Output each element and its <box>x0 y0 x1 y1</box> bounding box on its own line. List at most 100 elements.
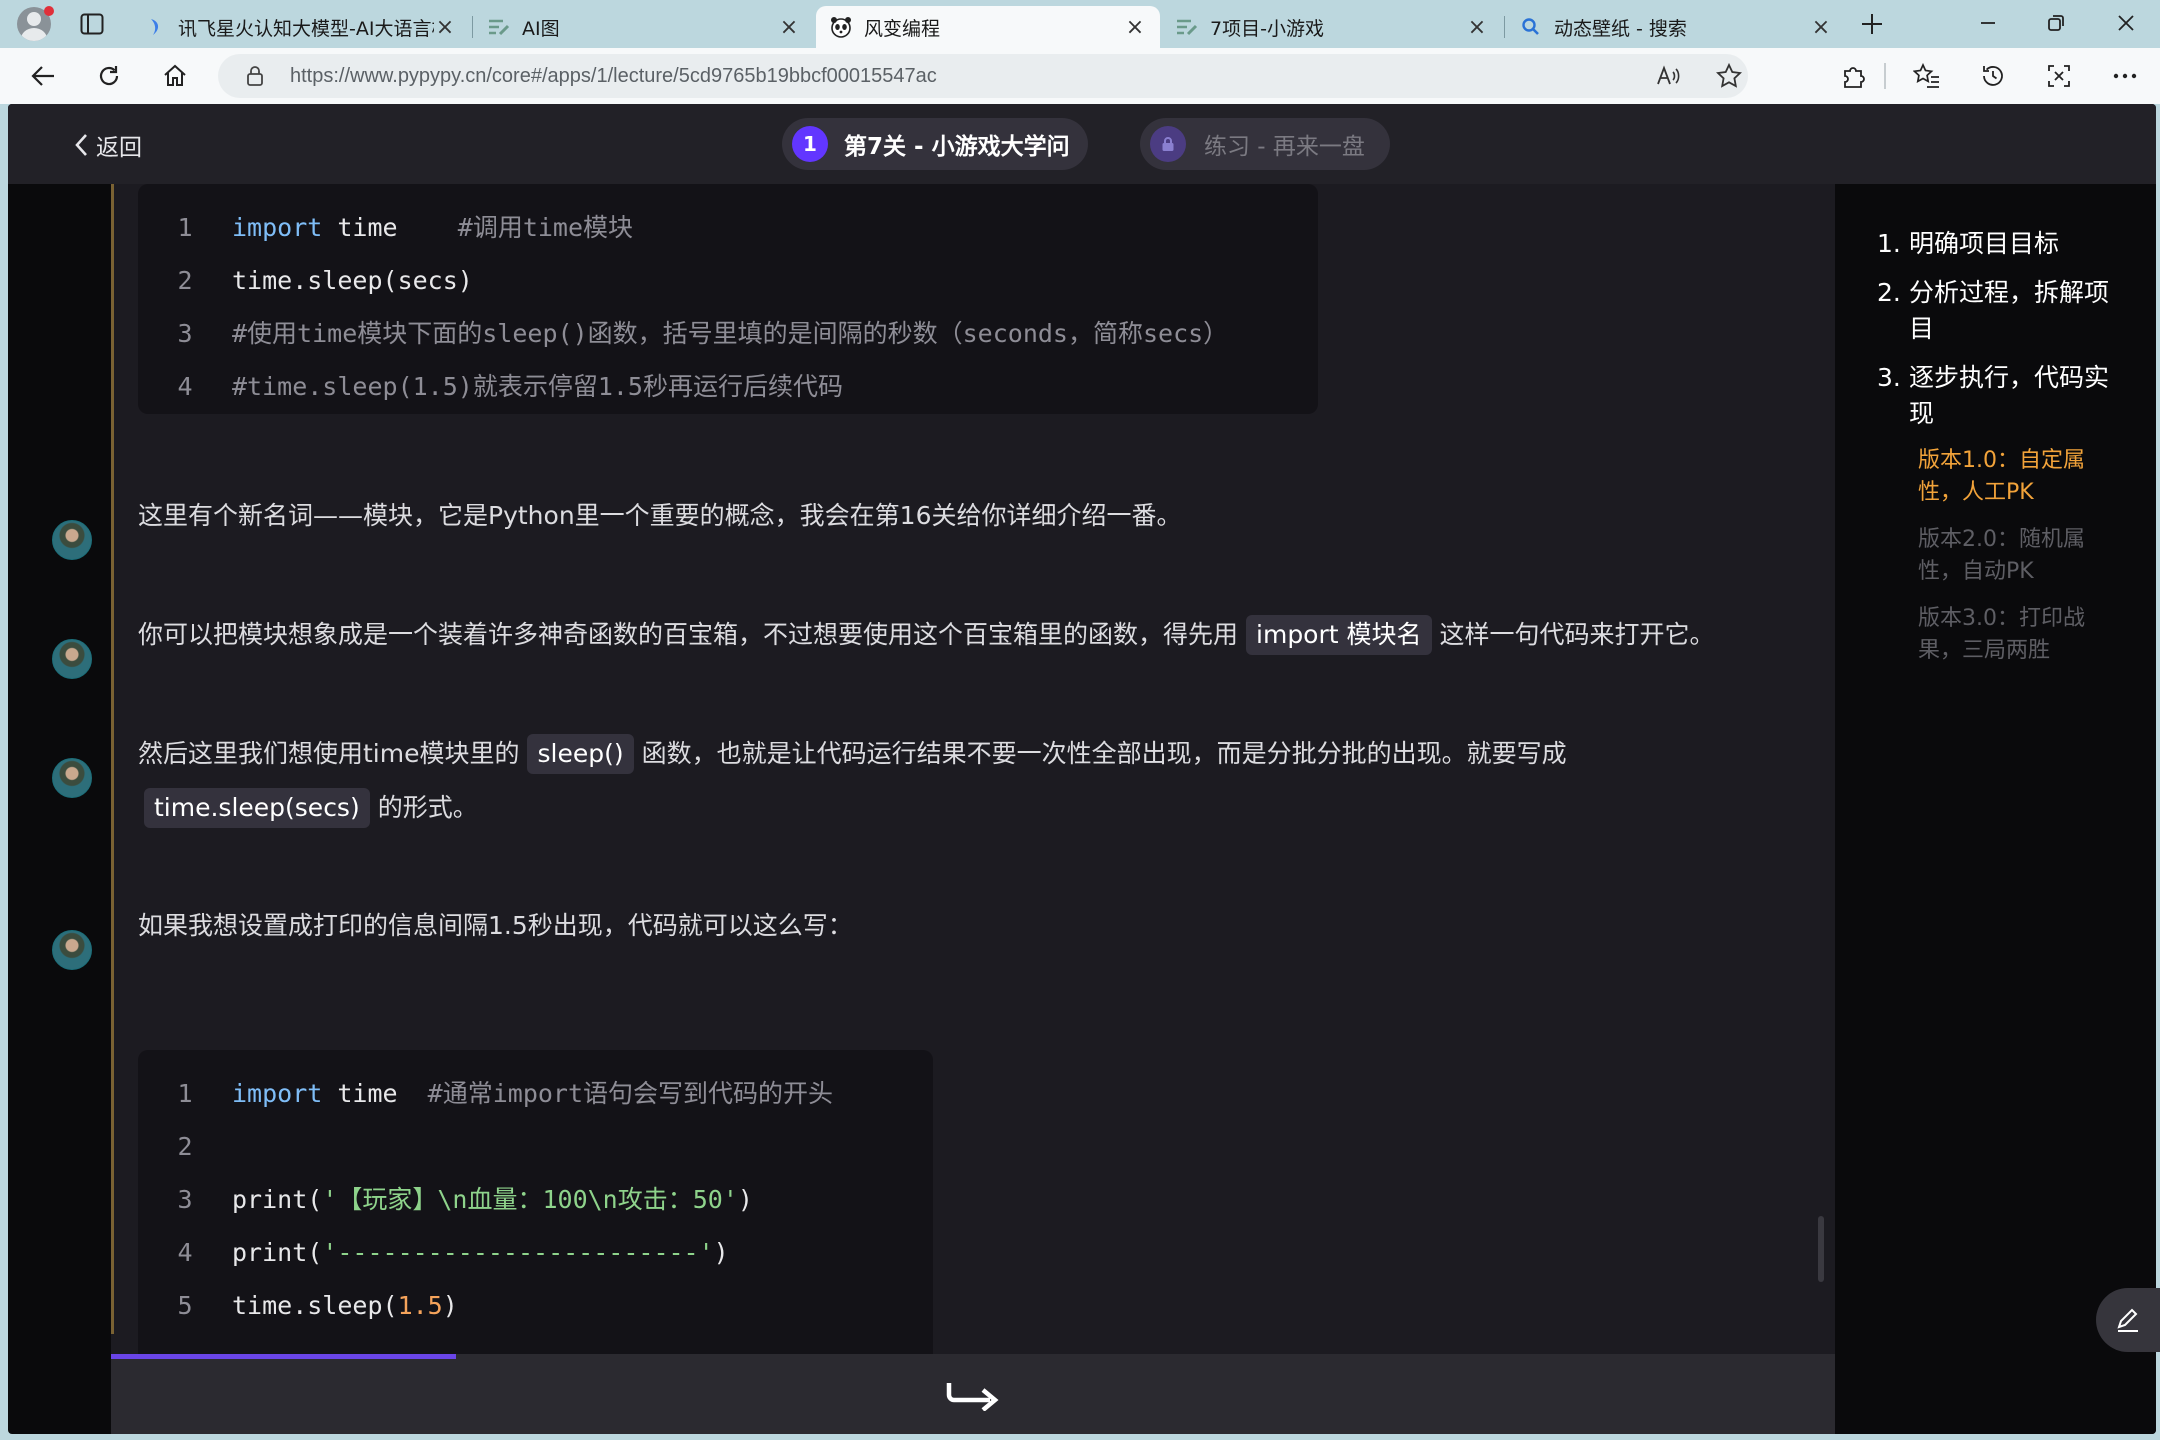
back-button[interactable] <box>26 59 60 93</box>
next-bar <box>111 1354 1835 1434</box>
outline-sub-item[interactable]: 版本3.0：打印战果，三局两胜 <box>1918 603 2108 667</box>
web-page: 返回 1 第7关 - 小游戏大学问 练习 - 再来一盘 1 import time… <box>8 104 2156 1434</box>
tutor-avatar <box>52 520 92 560</box>
tab-actions-button[interactable] <box>74 8 110 40</box>
lesson-header: 返回 1 第7关 - 小游戏大学问 练习 - 再来一盘 <box>8 104 2156 184</box>
back-label: 返回 <box>96 135 142 161</box>
new-tab-button[interactable] <box>1852 6 1892 42</box>
refresh-button[interactable] <box>92 59 126 93</box>
tutor-avatar <box>52 758 92 798</box>
outline-panel: 1. 明确项目目标 2. 分析过程，拆解项目 3. 逐步执行，代码实现 版本1.0：自… <box>1835 184 2156 1434</box>
favorites-button[interactable] <box>1910 59 1944 93</box>
tab-actions-icon <box>80 13 104 35</box>
read-aloud-button[interactable] <box>1652 59 1686 93</box>
home-button[interactable] <box>158 59 192 93</box>
history-button[interactable] <box>1976 59 2010 93</box>
close-tab-icon[interactable]: × <box>778 15 800 40</box>
address-bar[interactable]: https://www.pypypy.cn/core#/apps/1/lectu… <box>218 54 1748 98</box>
lock-icon <box>1150 126 1186 162</box>
code-line: 3 print('【玩家】\n血量：100\n攻击：50') <box>177 1185 753 1214</box>
lesson-title: 第7关 - 小游戏大学问 <box>844 134 1070 160</box>
panda-icon <box>830 16 852 38</box>
close-tab-icon[interactable]: × <box>434 15 456 40</box>
more-button[interactable] <box>2108 59 2142 93</box>
tab-title: 7项目-小游戏 <box>1210 17 1324 40</box>
tutor-avatar <box>52 930 92 970</box>
extensions-button[interactable] <box>1836 59 1870 93</box>
code-line: 4 #time.sleep(1.5)就表示停留1.5秒再运行后续代码 <box>177 372 843 401</box>
chat-message: 然后这里我们想使用time模块里的 sleep() 函数，也就是让代码运行结果不要一… <box>138 727 1758 835</box>
refresh-icon <box>99 66 119 86</box>
edit-lines-icon <box>488 16 510 38</box>
home-icon <box>164 64 186 86</box>
code-block: 1 import time #调用time模块 2 time.sleep(secs)… <box>138 184 1318 414</box>
minimize-icon <box>1981 22 1995 24</box>
tab-title: 动态壁纸 - 搜索 <box>1554 17 1687 40</box>
scrollbar-thumb[interactable] <box>1818 1216 1824 1282</box>
read-aloud-icon <box>1657 65 1680 85</box>
timeline-rail <box>111 184 114 1334</box>
search-icon <box>1520 16 1542 38</box>
browser-tab[interactable]: 讯飞星火认知大模型-AI大语言模型 × <box>130 6 470 48</box>
screenshot-button[interactable] <box>2042 59 2076 93</box>
toolbar: https://www.pypypy.cn/core#/apps/1/lectu… <box>0 48 2160 104</box>
close-icon <box>2118 15 2134 31</box>
lesson-tab[interactable]: 1 第7关 - 小游戏大学问 <box>782 118 1088 170</box>
tab-title: AI图 <box>522 17 560 40</box>
favorites-list-icon <box>1913 63 1939 88</box>
edit-lines-icon <box>1176 16 1198 38</box>
browser-tab[interactable]: 动态壁纸 - 搜索 × <box>1506 6 1846 48</box>
back-link[interactable]: 返回 <box>74 126 142 164</box>
chat-message: 如果我想设置成打印的信息间隔1.5秒出现，代码就可以这么写： <box>138 911 853 940</box>
outline-item[interactable]: 2. 分析过程，拆解项目 <box>1877 275 2121 347</box>
code-line: 3 #使用time模块下面的sleep()函数，括号里填的是间隔的秒数（secon… <box>177 319 1229 348</box>
close-window-button[interactable] <box>2096 4 2156 42</box>
code-line: 2 time.sleep(secs) <box>177 266 473 295</box>
browser-tab[interactable]: AI图 × <box>474 6 814 48</box>
favorite-button[interactable] <box>1712 59 1746 93</box>
arrow-left-icon <box>31 66 54 86</box>
chevron-left-icon <box>75 134 87 156</box>
restore-icon <box>2048 15 2064 31</box>
code-line: 1 import time #调用time模块 <box>177 213 634 242</box>
lesson-number-badge: 1 <box>792 126 828 162</box>
tab-bar: 讯飞星火认知大模型-AI大语言模型 × AI图 × 风变编程 × 7项目-小游戏… <box>0 0 2160 48</box>
outline-item[interactable]: 3. 逐步执行，代码实现 <box>1877 360 2121 432</box>
code-line: 5 time.sleep(1.5) <box>177 1291 458 1320</box>
tutor-avatar <box>52 639 92 679</box>
code-chip: import 模块名 <box>1246 615 1432 655</box>
chat-message: 这里有个新名词——模块，它是Python里一个重要的概念，我会在第16关给你详细… <box>138 501 1182 530</box>
lesson-content: 1 import time #调用time模块 2 time.sleep(secs)… <box>111 184 1835 1434</box>
code-line: 1 import time #通常import语句会写到代码的开头 <box>177 1079 834 1108</box>
outline-sub-item-active[interactable]: 版本1.0：自定属性，人工PK <box>1918 445 2108 509</box>
code-block: 1 import time #通常import语句会写到代码的开头 2 3 prin… <box>138 1050 933 1380</box>
minimize-button[interactable] <box>1958 4 2018 42</box>
practice-title: 练习 - 再来一盘 <box>1204 134 1365 160</box>
outline-sub-item[interactable]: 版本2.0：随机属性，自动PK <box>1918 524 2108 588</box>
plus-icon <box>1862 14 1882 34</box>
tab-separator <box>1504 16 1505 38</box>
code-chip: sleep() <box>527 734 634 774</box>
code-chip: time.sleep(secs) <box>144 788 370 828</box>
screenshot-icon <box>2048 65 2070 87</box>
url-text[interactable]: https://www.pypypy.cn/core#/apps/1/lectu… <box>290 54 937 98</box>
close-tab-icon[interactable]: × <box>1124 15 1146 40</box>
browser-tab[interactable]: 7项目-小游戏 × <box>1162 6 1502 48</box>
star-icon <box>1716 63 1742 88</box>
lock-icon[interactable] <box>238 59 272 93</box>
progress-bar <box>111 1354 456 1359</box>
outline-sub-label: 版本2.0：随机属性，自动PK <box>1918 527 2085 584</box>
spark-icon <box>144 16 166 38</box>
restore-button[interactable] <box>2026 4 2086 42</box>
next-button[interactable] <box>943 1374 1003 1418</box>
close-tab-icon[interactable]: × <box>1810 15 1832 40</box>
notification-dot <box>44 6 54 16</box>
more-dots-icon <box>2113 73 2137 79</box>
edit-button[interactable] <box>2096 1288 2160 1352</box>
outline-sub-label: 版本1.0：自定属性，人工PK <box>1918 448 2085 505</box>
code-line: 4 print('------------------------') <box>177 1238 729 1267</box>
browser-tab-active[interactable]: 风变编程 × <box>816 6 1160 48</box>
close-tab-icon[interactable]: × <box>1466 15 1488 40</box>
outline-item[interactable]: 1. 明确项目目标 <box>1877 226 2121 262</box>
practice-tab[interactable]: 练习 - 再来一盘 <box>1140 118 1390 170</box>
